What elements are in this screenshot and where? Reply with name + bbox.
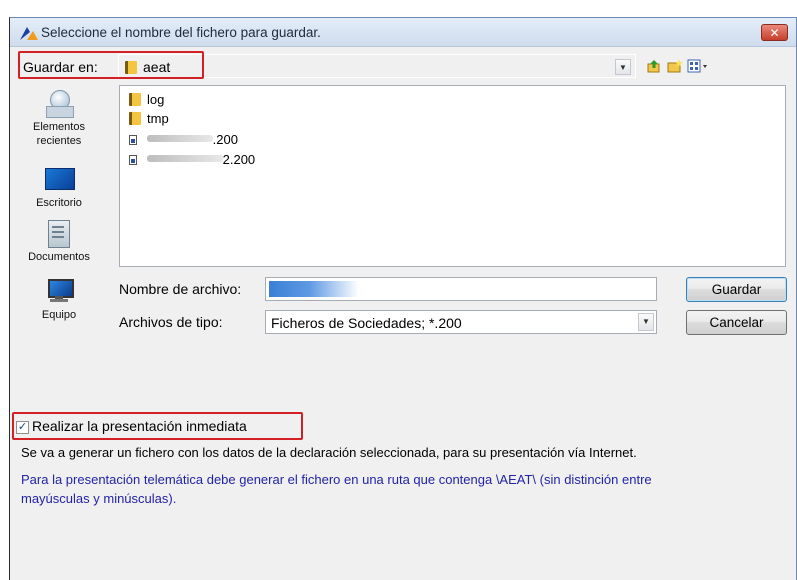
close-icon: ✕ bbox=[769, 26, 780, 40]
redacted-filename-value bbox=[269, 281, 359, 297]
save-in-highlight bbox=[18, 51, 204, 79]
notice-text-line2: mayúsculas y minúsculas). bbox=[21, 491, 177, 506]
list-item[interactable]: tmp bbox=[129, 111, 169, 126]
new-folder-icon[interactable] bbox=[667, 59, 683, 73]
cancel-button-label: Cancelar bbox=[709, 315, 764, 330]
view-menu-icon[interactable] bbox=[687, 59, 709, 73]
file-name: .200 bbox=[212, 132, 238, 147]
save-dialog: Seleccione el nombre del fichero para gu… bbox=[9, 17, 797, 580]
filename-input[interactable] bbox=[265, 277, 657, 301]
chevron-down-icon[interactable]: ▼ bbox=[638, 313, 654, 331]
list-item[interactable]: log bbox=[129, 92, 164, 107]
info-text: Se va a generar un fichero con los datos… bbox=[21, 445, 637, 460]
computer-icon bbox=[44, 276, 74, 306]
filetype-dropdown[interactable]: Ficheros de Sociedades; *.200 ▼ bbox=[265, 310, 657, 334]
save-button[interactable]: Guardar bbox=[686, 277, 787, 302]
close-button[interactable]: ✕ bbox=[761, 24, 788, 41]
folder-icon bbox=[129, 112, 141, 125]
file-icon bbox=[129, 135, 137, 145]
recent-items-icon bbox=[44, 88, 74, 118]
place-computer[interactable]: Equipo bbox=[10, 276, 108, 322]
place-label-line2: recientes bbox=[36, 135, 82, 147]
filetype-value: Ficheros de Sociedades; *.200 bbox=[271, 315, 462, 331]
notice-text-line1: Para la presentación telemática debe gen… bbox=[21, 472, 652, 487]
cancel-button[interactable]: Cancelar bbox=[686, 310, 787, 335]
title-bar: Seleccione el nombre del fichero para gu… bbox=[10, 18, 796, 47]
place-recent-items[interactable]: Elementos recientes bbox=[10, 88, 108, 148]
file-name: log bbox=[147, 92, 165, 107]
checkbox-highlight bbox=[12, 412, 303, 440]
window-title: Seleccione el nombre del fichero para gu… bbox=[41, 25, 321, 40]
place-label-line1: Documentos bbox=[28, 251, 90, 263]
filename-label: Nombre de archivo: bbox=[119, 281, 242, 297]
place-label-line1: Escritorio bbox=[36, 197, 82, 209]
chevron-down-icon[interactable]: ▼ bbox=[615, 59, 631, 75]
file-list[interactable]: log tmp .200 2.200 bbox=[119, 85, 786, 267]
list-item[interactable]: 2.200 bbox=[129, 152, 255, 167]
place-desktop[interactable]: Escritorio bbox=[10, 164, 108, 210]
place-documents[interactable]: Documentos bbox=[10, 218, 108, 264]
file-icon bbox=[129, 155, 137, 165]
list-item[interactable]: .200 bbox=[129, 132, 238, 147]
redacted-filename bbox=[146, 135, 213, 142]
up-folder-icon[interactable] bbox=[647, 59, 661, 73]
file-name: tmp bbox=[147, 111, 169, 126]
save-button-label: Guardar bbox=[711, 282, 762, 297]
app-logo-icon bbox=[20, 27, 38, 40]
folder-icon bbox=[129, 93, 141, 106]
file-name: 2.200 bbox=[222, 152, 256, 167]
place-label-line1: Equipo bbox=[41, 309, 77, 321]
place-label-line1: Elementos bbox=[33, 121, 85, 133]
documents-icon bbox=[44, 218, 74, 248]
filetype-label: Archivos de tipo: bbox=[119, 314, 223, 330]
redacted-filename bbox=[146, 155, 223, 162]
desktop-icon bbox=[44, 164, 75, 194]
